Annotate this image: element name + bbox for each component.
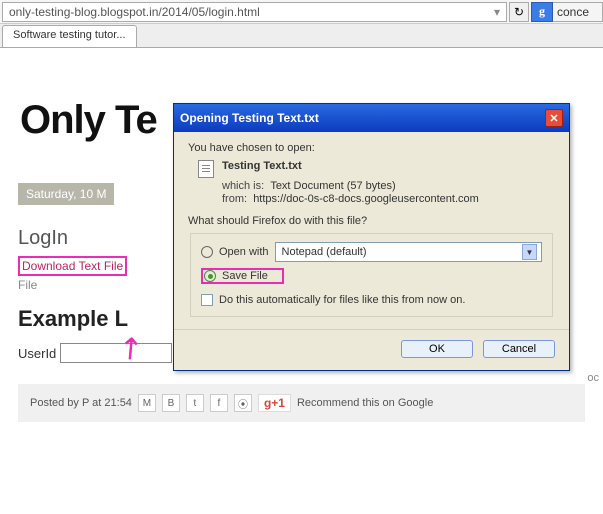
search-input[interactable]: conce xyxy=(553,2,603,22)
posted-by-text: Posted by P at 21:54 xyxy=(30,397,132,409)
google-g-icon: g xyxy=(539,4,545,19)
open-with-select[interactable]: Notepad (default) ▼ xyxy=(275,242,542,262)
dropdown-icon[interactable]: ▾ xyxy=(494,5,500,19)
url-text: only-testing-blog.blogspot.in/2014/05/lo… xyxy=(9,5,260,19)
share-email-icon[interactable]: M xyxy=(138,394,156,412)
auto-label: Do this automatically for files like thi… xyxy=(219,294,465,306)
download-dialog: Opening Testing Text.txt ✕ You have chos… xyxy=(173,103,570,371)
url-bar[interactable]: only-testing-blog.blogspot.in/2014/05/lo… xyxy=(2,2,507,22)
userid-label: UserId xyxy=(18,346,56,361)
open-with-radio[interactable] xyxy=(201,246,213,258)
share-pinterest-icon[interactable]: ⦿ xyxy=(234,394,252,412)
reload-icon: ↻ xyxy=(514,5,524,19)
close-icon: ✕ xyxy=(549,112,558,125)
share-blog-icon[interactable]: B xyxy=(162,394,180,412)
share-facebook-icon[interactable]: f xyxy=(210,394,228,412)
from-label: from: xyxy=(222,193,247,205)
google-plus-one-button[interactable]: g+1 xyxy=(258,394,291,412)
reload-button[interactable]: ↻ xyxy=(509,2,529,22)
dialog-cancel-button[interactable]: Cancel xyxy=(483,340,555,358)
recommend-label: Recommend this on Google xyxy=(297,397,433,409)
which-is-value: Text Document (57 bytes) xyxy=(270,180,395,192)
search-engine-button[interactable]: g xyxy=(531,2,553,22)
post-date-badge: Saturday, 10 M xyxy=(18,183,114,205)
file-icon xyxy=(198,160,214,178)
truncated-text: oc xyxy=(587,372,599,384)
post-footer: Posted by P at 21:54 M B t f ⦿ g+1 Recom… xyxy=(18,384,585,422)
save-file-radio[interactable] xyxy=(204,270,216,282)
auto-checkbox[interactable] xyxy=(201,294,213,306)
dialog-filename: Testing Text.txt xyxy=(222,160,302,172)
from-value: https://doc-0s-c8-docs.googleusercontent… xyxy=(253,193,479,205)
close-button[interactable]: ✕ xyxy=(545,109,563,127)
download-link[interactable]: Download Text File xyxy=(18,256,127,276)
open-with-label: Open with xyxy=(219,246,269,258)
ok-button[interactable]: OK xyxy=(401,340,473,358)
dialog-intro: You have chosen to open: xyxy=(188,142,555,154)
which-is-label: which is: xyxy=(222,180,264,192)
tab-strip: Software testing tutor... xyxy=(0,24,603,48)
save-file-label: Save File xyxy=(222,270,268,282)
dialog-question: What should Firefox do with this file? xyxy=(188,215,555,227)
dialog-titlebar[interactable]: Opening Testing Text.txt ✕ xyxy=(174,104,569,132)
tab-active[interactable]: Software testing tutor... xyxy=(2,25,137,47)
open-with-value: Notepad (default) xyxy=(282,246,367,258)
chevron-down-icon: ▼ xyxy=(522,244,537,260)
dialog-title-text: Opening Testing Text.txt xyxy=(180,111,319,125)
share-twitter-icon[interactable]: t xyxy=(186,394,204,412)
